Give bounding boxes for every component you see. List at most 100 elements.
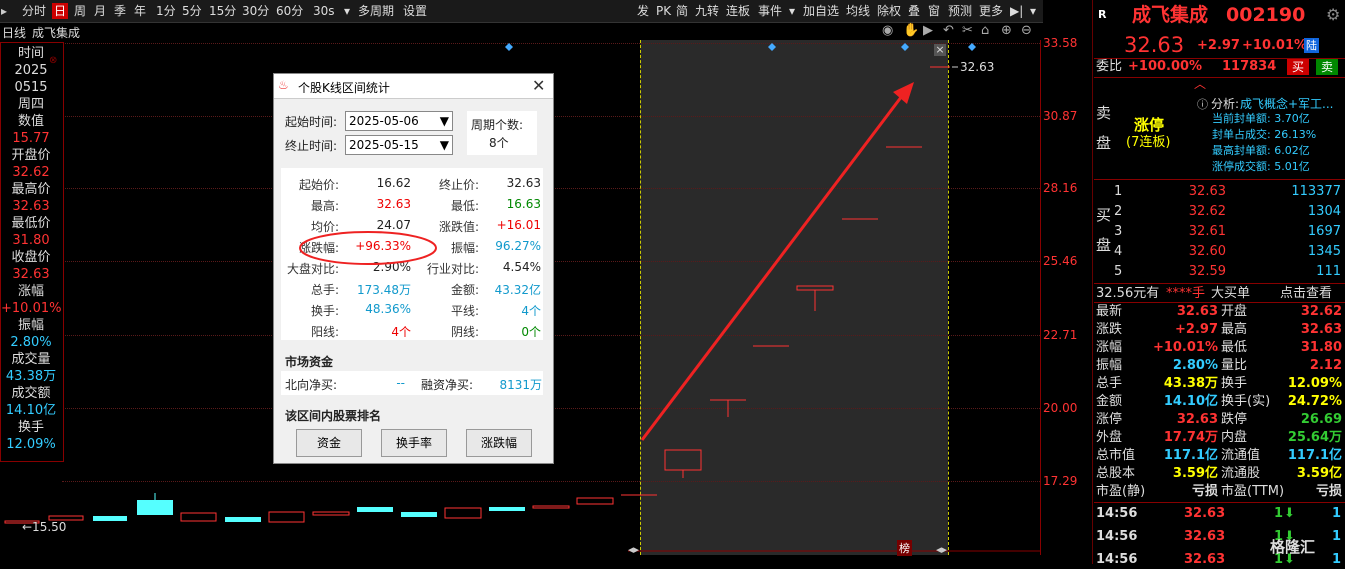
candle [532, 505, 570, 509]
margin-value: 8131万 [499, 378, 542, 392]
north-value: -- [396, 376, 405, 390]
time-label: 时间 [17, 46, 44, 61]
rank-funds-button[interactable]: 资金 [296, 429, 362, 457]
limit-stat: 封单占成交: 26.13% [1212, 128, 1317, 141]
chevron-down-icon: ▼ [439, 138, 449, 152]
quote-value: 3.59亿 [1296, 466, 1342, 481]
close-icon[interactable]: ✕ [532, 76, 545, 95]
north-label: 北向净买: [285, 378, 338, 392]
margin-label: 融资净买: [421, 378, 474, 392]
bid-price[interactable]: 32.63 [1166, 183, 1226, 201]
bid-price[interactable]: 32.61 [1166, 223, 1226, 241]
stat-value: 4个 [391, 325, 411, 339]
market-funds-title: 市场资金 [285, 355, 334, 369]
quote-value: 12.09% [1287, 376, 1342, 391]
stat-value: 173.48万 [357, 283, 411, 297]
stat-value: 16.63 [506, 197, 541, 211]
quote-value: 24.72% [1287, 394, 1342, 409]
gear-icon[interactable]: ⚙ [1326, 6, 1340, 24]
quote-label: 换手 [1221, 376, 1248, 391]
bid-price[interactable]: 32.59 [1166, 263, 1226, 281]
price-tick: 33.58 [1043, 36, 1078, 50]
stat-label: 起始价: [298, 178, 339, 192]
quote-label: 外盘 [1096, 430, 1123, 445]
bigorder-link[interactable]: 点击查看 [1280, 285, 1332, 303]
rank-badge[interactable]: 榜 [897, 540, 912, 556]
start-date-value: 2025-05-06 [349, 114, 419, 128]
event-marker [768, 43, 776, 51]
stat-value: 0个 [521, 325, 541, 339]
separator [1094, 283, 1345, 284]
highlight-ellipse [299, 231, 437, 265]
bid-price[interactable]: 32.60 [1166, 243, 1226, 261]
dialog-titlebar[interactable]: ♨ 个股K线区间统计 ✕ [274, 74, 553, 99]
start-date-select[interactable]: 2025-05-06 ▼ [345, 111, 453, 131]
trend-arrowhead [893, 82, 914, 104]
rate-value: 12.09% [6, 437, 56, 452]
stat-label: 总手: [310, 283, 339, 297]
change-label: 涨幅 [17, 284, 44, 299]
watermark: 格隆汇 [1270, 538, 1316, 556]
tick-time: 14:56 [1096, 552, 1138, 567]
end-date-select[interactable]: 2025-05-15 ▼ [345, 135, 453, 155]
quote-value: 亏损 [1191, 484, 1218, 499]
quote-label: 最低 [1221, 340, 1248, 355]
quote-value: 17.74万 [1163, 430, 1218, 445]
open-value: 32.62 [12, 165, 50, 180]
bid-volume: 1697 [1307, 224, 1341, 239]
quote-label: 流通股 [1221, 466, 1261, 481]
quote-value: 14.10亿 [1163, 394, 1218, 409]
range-handle-left-icon[interactable]: ◂▸ [628, 543, 639, 556]
candle [312, 511, 350, 516]
tick-time: 14:56 [1096, 529, 1138, 544]
period-count-label: 周期个数: [471, 118, 524, 132]
change-value: +10.01% [1, 301, 62, 316]
open-label: 开盘价 [11, 148, 51, 163]
stat-value: 32.63 [506, 176, 541, 190]
low-label: 最低价 [11, 216, 51, 231]
period-count-value: 8个 [489, 136, 509, 150]
tick-count: 1 [1332, 506, 1342, 521]
start-time-label: 起始时间: [285, 115, 338, 129]
candle [489, 507, 525, 511]
quote-label: 涨幅 [1096, 340, 1123, 355]
low-value: 31.80 [12, 233, 50, 248]
close-range-icon[interactable]: × [934, 44, 946, 56]
bid-price[interactable]: 32.62 [1166, 203, 1226, 221]
quote-value: +2.97 [1175, 322, 1218, 337]
stat-label: 平线: [450, 304, 479, 318]
rank-turnover-button[interactable]: 换手率 [381, 429, 447, 457]
weekday-value: 周四 [17, 97, 44, 112]
weibi-label: 委比 [1096, 59, 1123, 74]
period-count-box: 周期个数: 8个 [467, 111, 537, 155]
event-marker [968, 43, 976, 51]
trend-arrow [640, 91, 907, 441]
stat-value: 96.27% [495, 239, 541, 253]
bid-volume: 1345 [1307, 244, 1341, 259]
separator [1094, 179, 1345, 180]
chevron-up-icon[interactable]: ︿ [1194, 75, 1206, 93]
candle [180, 512, 217, 522]
price-tick: 22.71 [1043, 328, 1078, 342]
price-change: +2.97 [1197, 38, 1240, 53]
quote-label: 振幅 [1096, 358, 1123, 373]
candle [796, 285, 834, 291]
bid-level: 5 [1114, 264, 1123, 279]
candle [268, 511, 305, 523]
quote-value: 117.1亿 [1287, 448, 1342, 463]
amplitude-value: 2.80% [10, 335, 52, 350]
limit-days: (7连板) [1126, 135, 1171, 150]
quote-value: 25.64万 [1287, 430, 1342, 445]
info-icon[interactable]: ⓘ [1197, 96, 1208, 114]
range-handle-right-icon[interactable]: ◂▸ [936, 543, 947, 556]
stat-label: 最低: [450, 199, 479, 213]
quote-label: 最新 [1096, 304, 1123, 319]
rank-change-button[interactable]: 涨跌幅 [466, 429, 532, 457]
separator [1094, 77, 1345, 78]
quote-label: 涨停 [1096, 412, 1123, 427]
stat-label: 阴线: [450, 325, 479, 339]
quote-value: 32.62 [1300, 304, 1342, 319]
quote-label: 跌停 [1221, 412, 1248, 427]
sell-button[interactable]: 卖 [1316, 59, 1338, 75]
buy-button[interactable]: 买 [1287, 59, 1309, 75]
